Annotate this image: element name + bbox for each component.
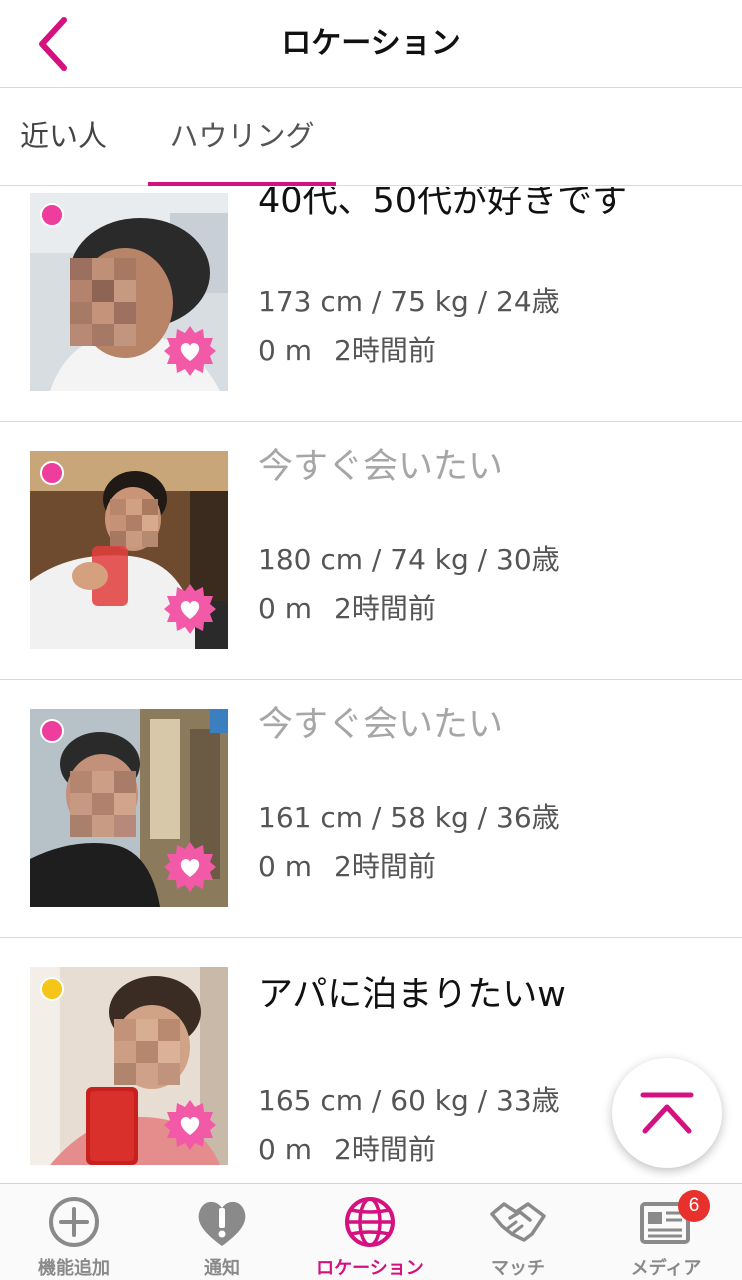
last-active: 2時間前	[334, 334, 436, 367]
tab-nearby-people[interactable]: 近い人	[20, 88, 107, 186]
tab-media[interactable]: 6 メディア	[592, 1184, 740, 1280]
status-message: アパに泊まりたいw	[258, 975, 566, 1015]
header: ロケーション	[0, 0, 742, 88]
tab-label: 通知	[204, 1258, 240, 1279]
tab-match[interactable]: マッチ	[444, 1184, 592, 1280]
heart-badge-icon[interactable]	[164, 841, 216, 893]
last-active: 2時間前	[334, 592, 436, 625]
list-item[interactable]: 今すぐ会いたい 180 cm / 74 kg / 30歳 0 m 2時間前	[0, 422, 742, 680]
heart-exclamation-icon	[198, 1201, 246, 1246]
segment-tabs: 近い人 ハウリング	[0, 88, 742, 186]
tab-howling[interactable]: ハウリング	[148, 88, 336, 186]
body-stats: 165 cm / 60 kg / 33歳	[258, 1084, 560, 1117]
distance-time: 0 m 2時間前	[258, 845, 436, 885]
distance: 0 m	[258, 334, 312, 367]
tab-label: ロケーション	[316, 1258, 424, 1279]
heart-badge-icon[interactable]	[164, 1099, 216, 1151]
plus-circle-icon	[49, 1197, 99, 1247]
heart-badge-icon[interactable]	[164, 325, 216, 377]
scroll-to-top-icon	[640, 1092, 694, 1134]
page-title: ロケーション	[281, 26, 461, 61]
tab-location[interactable]: ロケーション	[296, 1184, 444, 1280]
distance-time: 0 m 2時間前	[258, 329, 436, 369]
status-dot	[40, 977, 64, 1001]
status-message: 今すぐ会いたい	[258, 447, 504, 487]
distance: 0 m	[258, 1133, 312, 1166]
online-status-dot	[40, 719, 64, 743]
tab-label: マッチ	[491, 1258, 545, 1279]
tab-label: メディア	[630, 1258, 702, 1279]
active-tab-indicator	[148, 182, 336, 186]
online-status-dot	[40, 203, 64, 227]
scroll-to-top-button[interactable]	[612, 1058, 722, 1168]
notification-count-badge: 6	[678, 1190, 710, 1222]
heart-badge-icon[interactable]	[164, 583, 216, 635]
online-status-dot	[40, 461, 64, 485]
tab-label: 機能追加	[38, 1258, 110, 1279]
distance: 0 m	[258, 592, 312, 625]
body-stats: 161 cm / 58 kg / 36歳	[258, 801, 560, 834]
last-active: 2時間前	[334, 1133, 436, 1166]
status-message: 今すぐ会いたい	[258, 705, 504, 745]
avatar	[30, 451, 228, 649]
tab-notifications[interactable]: 通知	[148, 1184, 296, 1280]
globe-icon	[345, 1197, 395, 1247]
avatar	[30, 709, 228, 907]
list-item[interactable]: 40代、50代が好きです 173 cm / 75 kg / 24歳 0 m 2時間…	[0, 187, 742, 422]
tab-feature-add[interactable]: 機能追加	[0, 1184, 148, 1280]
last-active: 2時間前	[334, 850, 436, 883]
distance-time: 0 m 2時間前	[258, 587, 436, 627]
user-list[interactable]: 40代、50代が好きです 173 cm / 75 kg / 24歳 0 m 2時間…	[0, 187, 742, 1183]
distance-time: 0 m 2時間前	[258, 1128, 436, 1168]
body-stats: 173 cm / 75 kg / 24歳	[258, 285, 560, 318]
body-stats: 180 cm / 74 kg / 30歳	[258, 543, 560, 576]
bottom-tab-bar: 機能追加 通知 ロケーション マッチ 6 メディア	[0, 1183, 742, 1280]
avatar	[30, 967, 228, 1165]
status-message: 40代、50代が好きです	[258, 187, 628, 221]
handshake-icon	[490, 1202, 546, 1242]
list-item[interactable]: 今すぐ会いたい 161 cm / 58 kg / 36歳 0 m 2時間前	[0, 680, 742, 938]
avatar	[30, 193, 228, 391]
distance: 0 m	[258, 850, 312, 883]
